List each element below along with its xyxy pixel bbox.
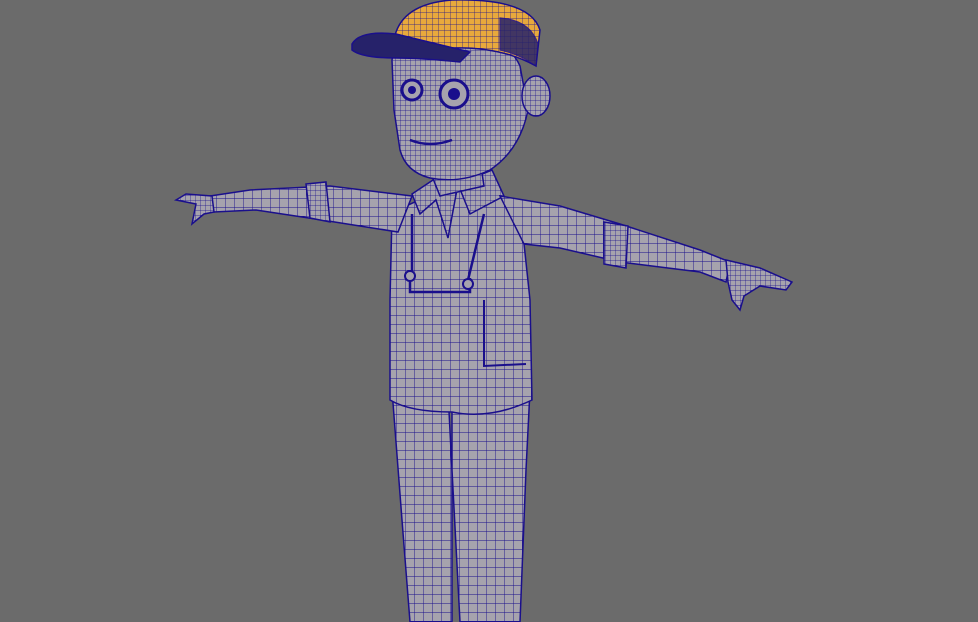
right-eye-pupil (448, 88, 460, 100)
wireframe-character-model[interactable] (0, 0, 978, 622)
ear-mesh (521, 75, 551, 117)
right-sleeve-cuff (603, 221, 629, 269)
left-leg-mesh (391, 389, 453, 622)
overall-button-right (462, 278, 474, 290)
overall-button-left (404, 270, 416, 282)
left-sleeve-cuff (305, 181, 331, 223)
3d-viewport[interactable] (0, 0, 978, 622)
right-leg-mesh (451, 389, 531, 622)
left-hand-mesh (173, 193, 215, 226)
right-hand-mesh (725, 259, 794, 312)
left-eye-pupil (408, 86, 416, 94)
